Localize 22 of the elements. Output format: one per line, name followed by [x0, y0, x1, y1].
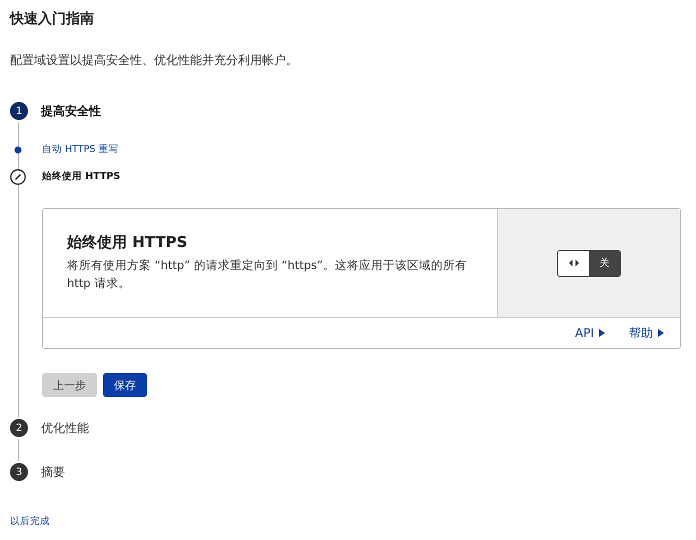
step-number: 2	[10, 419, 28, 437]
card-title: 始终使用 HTTPS	[67, 233, 188, 252]
card-link[interactable]: 帮助	[629, 324, 664, 342]
back-button[interactable]: 上一步	[42, 373, 97, 397]
save-button[interactable]: 保存	[103, 373, 147, 397]
arrows-icon	[568, 259, 578, 267]
card-description: 将所有使用方案 “http” 的请求重定向到 “https”。这将应用于该区域的所有 http 请求。	[67, 257, 468, 292]
toggle-label: 关	[600, 256, 610, 270]
card-link[interactable]: API	[575, 326, 605, 340]
step-label[interactable]: 摘要	[41, 464, 65, 480]
caret-icon	[599, 329, 605, 337]
finish-later-link[interactable]: 以后完成	[10, 515, 50, 528]
step-number: 3	[10, 463, 28, 481]
step-number: 1	[10, 102, 28, 120]
substep-link[interactable]: 始终使用 HTTPS	[42, 170, 120, 183]
substep-link[interactable]: 自动 HTTPS 重写	[42, 143, 118, 156]
step-label[interactable]: 提高安全性	[41, 102, 101, 120]
page-subtitle: 配置域设置以提高安全性、优化性能并充分利用帐户。	[10, 52, 299, 69]
caret-icon	[658, 329, 664, 337]
toggle-switch[interactable]: 关	[557, 250, 621, 276]
page-title: 快速入门指南	[10, 10, 95, 29]
step-label[interactable]: 优化性能	[41, 420, 89, 436]
